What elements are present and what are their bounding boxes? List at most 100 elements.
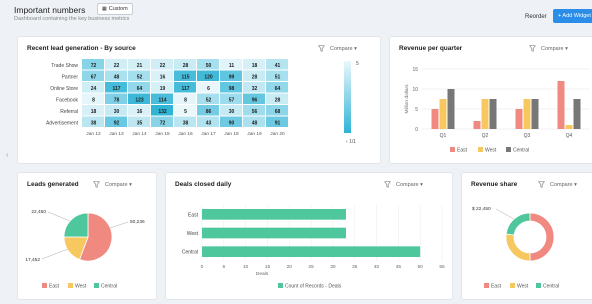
heatmap-cell-value: 19: [160, 86, 166, 92]
heatmap-cell-value: 117: [181, 86, 189, 92]
slice-label: 50,236: [130, 219, 145, 225]
heatmap-card: Recent lead generation - By source Compa…: [17, 36, 381, 164]
bar-central: [489, 99, 497, 129]
leader-line: [47, 211, 71, 222]
heatmap-column-label: Jan 16: [178, 131, 193, 137]
heatmap-cell-value: 30: [229, 109, 235, 115]
heatmap-column-label: Jan 20: [270, 131, 285, 137]
leader-line: [41, 248, 69, 260]
custom-range-label: Custom: [108, 6, 128, 12]
collapse-handle-icon[interactable]: ‹: [6, 152, 10, 162]
x-tick-label: 0: [201, 264, 204, 270]
heatmap-legend-max: 5: [356, 61, 359, 67]
legend-label: East: [491, 284, 502, 290]
heatmap-cell-value: 16: [160, 74, 166, 80]
bar-west: [523, 99, 531, 129]
leads-pie-chart: 50,236 17,452 22,450 East West Central: [25, 209, 145, 290]
x-tick-label: 35: [352, 264, 358, 270]
heatmap-cell-value: 90: [229, 120, 235, 126]
x-tick-label: Q1: [440, 133, 447, 139]
heatmap-column-label: Jan 18: [224, 131, 239, 137]
heatmap-cell-value: 120: [204, 74, 213, 80]
heatmap-cell-value: 5: [184, 109, 187, 115]
x-tick-label: 55: [439, 264, 445, 270]
heatmap-cell-value: 35: [137, 120, 143, 126]
heatmap-color-legend: [344, 61, 351, 133]
legend-swatch: [42, 283, 47, 288]
heatmap-cell-value: 52: [206, 97, 212, 103]
legend-swatch: [450, 147, 455, 152]
x-tick-label: Q4: [566, 133, 573, 139]
legend-label: Central: [543, 284, 559, 290]
heatmap-cell-value: 38: [183, 120, 189, 126]
heatmap-cell-value: 99: [229, 74, 235, 80]
legend-swatch: [94, 283, 99, 288]
heatmap-column-label: Jan 19: [247, 131, 262, 137]
heatmap-cell-value: 28: [275, 97, 281, 103]
page-indicator: ‹ 1/1: [346, 139, 357, 145]
legend-label: Count of Records - Deals: [285, 284, 342, 290]
bar-central: [447, 89, 455, 129]
heatmap-row-label: Online Store: [50, 86, 78, 92]
bar-central: [531, 99, 539, 129]
bar-east: [515, 109, 523, 129]
heatmap-column-label: Jan 13: [109, 131, 124, 137]
heatmap-chart: Trade Show 72 22 21 22 28 50 11 18 41 Partner 67 48 5…: [46, 59, 351, 137]
heatmap-cell-value: 38: [91, 120, 97, 126]
deals-card: Deals closed daily Compare ▾ 0 5 10 15 20 25 3…: [165, 172, 453, 300]
y-tick-label: East: [188, 212, 199, 218]
x-axis-label: Deals: [256, 271, 269, 277]
revenue-quarter-card: Revenue per quarter Compare ▾ 0 5 10 15 Mill…: [389, 36, 592, 164]
bar-east: [473, 121, 481, 129]
heatmap-cell-value: 52: [137, 74, 143, 80]
legend-label: East: [49, 284, 60, 290]
heatmap-cell-value: 64: [275, 86, 281, 92]
heatmap-column-label: Jan 15: [155, 131, 170, 137]
bar-east: [431, 109, 439, 129]
legend-swatch: [68, 283, 73, 288]
x-tick-label: 25: [308, 264, 314, 270]
legend-label: Central: [513, 148, 529, 154]
heatmap-cell-value: 68: [275, 109, 281, 115]
heatmap-cell-value: 22: [114, 63, 120, 69]
slice-label: 22,450: [31, 209, 46, 215]
heatmap-cell-value: 57: [229, 97, 235, 103]
y-tick-label: Central: [182, 250, 198, 256]
bar-east: [557, 81, 565, 129]
heatmap-cell-value: 24: [91, 86, 97, 92]
legend-label: West: [485, 148, 497, 154]
x-tick-label: 5: [222, 264, 225, 270]
legend-label: West: [75, 284, 87, 290]
heatmap-cell-value: 72: [91, 63, 97, 69]
bar-west: [481, 99, 489, 129]
page-indicator-text: 1/1: [349, 139, 357, 145]
add-widget-button[interactable]: + Add Widget: [553, 9, 592, 23]
reorder-link[interactable]: Reorder: [525, 14, 547, 20]
heatmap-column-label: Jan 14: [132, 131, 147, 137]
legend-swatch: [536, 283, 541, 288]
heatmap-cell-value: 123: [135, 97, 144, 103]
heatmap-row-label: Facebook: [56, 97, 78, 103]
legend-swatch: [510, 283, 515, 288]
legend-label: West: [517, 284, 529, 290]
deals-bar: [202, 246, 421, 257]
heatmap-cell-value: 48: [252, 120, 258, 126]
legend-swatch: [506, 147, 511, 152]
heatmap-cell-value: 48: [114, 74, 120, 80]
heatmap-cell-value: 78: [114, 97, 120, 103]
heatmap-cell-value: 72: [160, 120, 166, 126]
heatmap-cell-value: 50: [206, 63, 212, 69]
heatmap-cell-value: 96: [252, 97, 258, 103]
heatmap-cell-value: 64: [137, 86, 143, 92]
heatmap-cell-value: 16: [137, 109, 143, 115]
leader-line: [109, 221, 129, 229]
y-tick-label: 15: [412, 67, 418, 73]
heatmap-cell-value: 86: [206, 109, 212, 115]
heatmap-cell-value: 28: [252, 74, 258, 80]
heatmap-cell-value: 41: [275, 63, 281, 69]
bar-west: [565, 125, 573, 129]
custom-range-button[interactable]: ▦ Custom: [97, 3, 133, 15]
heatmap-cell-value: 56: [252, 109, 258, 115]
heatmap-cell-value: 18: [252, 63, 258, 69]
x-tick-label: 10: [243, 264, 249, 270]
